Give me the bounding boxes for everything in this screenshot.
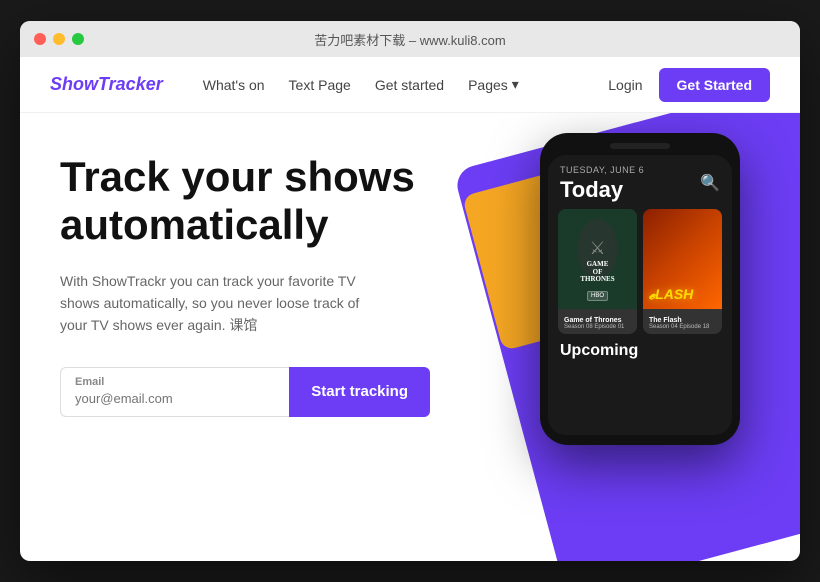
window-title: 苦力吧素材下载 – www.kuli8.com xyxy=(314,30,505,49)
nav-actions: Login Get Started xyxy=(608,68,770,102)
maximize-button[interactable] xyxy=(72,33,84,45)
phone-screen: TUESDAY, JUNE 6 Today 🔍 ⚔ xyxy=(548,155,732,435)
phone-today: Today xyxy=(560,177,644,203)
show-card-flash: 𝓮LASH The Flash Season 04 Episode 18 xyxy=(643,209,722,334)
nav-links: What's on Text Page Get started Pages ▾ xyxy=(203,76,609,93)
got-info: Game of Thrones Season 08 Episode 01 xyxy=(558,309,637,334)
hero-left: Track your shows automatically With Show… xyxy=(20,113,440,561)
start-tracking-button[interactable]: Start tracking xyxy=(289,367,430,417)
page-content: ShowTracker What's on Text Page Get star… xyxy=(20,57,800,561)
phone-shows: ⚔ GAMEOFTHRONES HBO Game of Thrones Seas… xyxy=(548,209,732,334)
brand-show: Show xyxy=(50,74,98,94)
chevron-down-icon: ▾ xyxy=(512,76,519,93)
email-wrapper: Email xyxy=(60,367,289,417)
flash-episode: Season 04 Episode 18 xyxy=(649,324,716,330)
hbo-badge: HBO xyxy=(587,291,608,301)
get-started-button[interactable]: Get Started xyxy=(659,68,770,102)
phone-notch-bar xyxy=(548,143,732,149)
nav-pages-dropdown[interactable]: Pages ▾ xyxy=(468,76,519,93)
flash-info: The Flash Season 04 Episode 18 xyxy=(643,309,722,334)
got-title-text: GAMEOFTHRONES xyxy=(564,261,631,284)
phone-mockup: TUESDAY, JUNE 6 Today 🔍 ⚔ xyxy=(540,133,740,445)
nav-pages-label: Pages xyxy=(468,77,508,93)
phone-date: TUESDAY, JUNE 6 xyxy=(560,165,644,175)
phone-header: TUESDAY, JUNE 6 Today 🔍 xyxy=(548,155,732,209)
traffic-lights xyxy=(34,33,84,45)
hero-title: Track your shows automatically xyxy=(60,153,440,250)
nav-text-page[interactable]: Text Page xyxy=(289,77,351,93)
flash-show-title: The Flash xyxy=(649,317,716,324)
hero-section: Track your shows automatically With Show… xyxy=(20,113,800,561)
minimize-button[interactable] xyxy=(53,33,65,45)
email-label: Email xyxy=(75,376,275,388)
close-button[interactable] xyxy=(34,33,46,45)
phone-upcoming: Upcoming xyxy=(548,334,732,364)
login-button[interactable]: Login xyxy=(608,77,642,93)
navbar: ShowTracker What's on Text Page Get star… xyxy=(20,57,800,113)
search-icon[interactable]: 🔍 xyxy=(700,173,720,193)
got-episode: Season 08 Episode 01 xyxy=(564,324,631,330)
phone-notch xyxy=(610,143,670,149)
email-input[interactable] xyxy=(75,391,275,406)
phone-date-today: TUESDAY, JUNE 6 Today xyxy=(560,165,644,203)
hero-description: With ShowTrackr you can track your favor… xyxy=(60,270,380,337)
nav-get-started[interactable]: Get started xyxy=(375,77,444,93)
title-bar: 苦力吧素材下载 – www.kuli8.com xyxy=(20,21,800,57)
brand-tracker: Tracker xyxy=(98,74,163,94)
hero-form: Email Start tracking xyxy=(60,367,430,417)
mac-window: 苦力吧素材下载 – www.kuli8.com ShowTracker What… xyxy=(20,21,800,561)
brand-logo[interactable]: ShowTracker xyxy=(50,74,163,95)
got-show-title: Game of Thrones xyxy=(564,317,631,324)
flash-logo: 𝓮LASH xyxy=(649,286,716,303)
got-poster: ⚔ GAMEOFTHRONES HBO xyxy=(558,209,637,309)
phone-outer: TUESDAY, JUNE 6 Today 🔍 ⚔ xyxy=(540,133,740,445)
show-card-got: ⚔ GAMEOFTHRONES HBO Game of Thrones Seas… xyxy=(558,209,637,334)
flash-poster: 𝓮LASH xyxy=(643,209,722,309)
nav-whats-on[interactable]: What's on xyxy=(203,77,265,93)
